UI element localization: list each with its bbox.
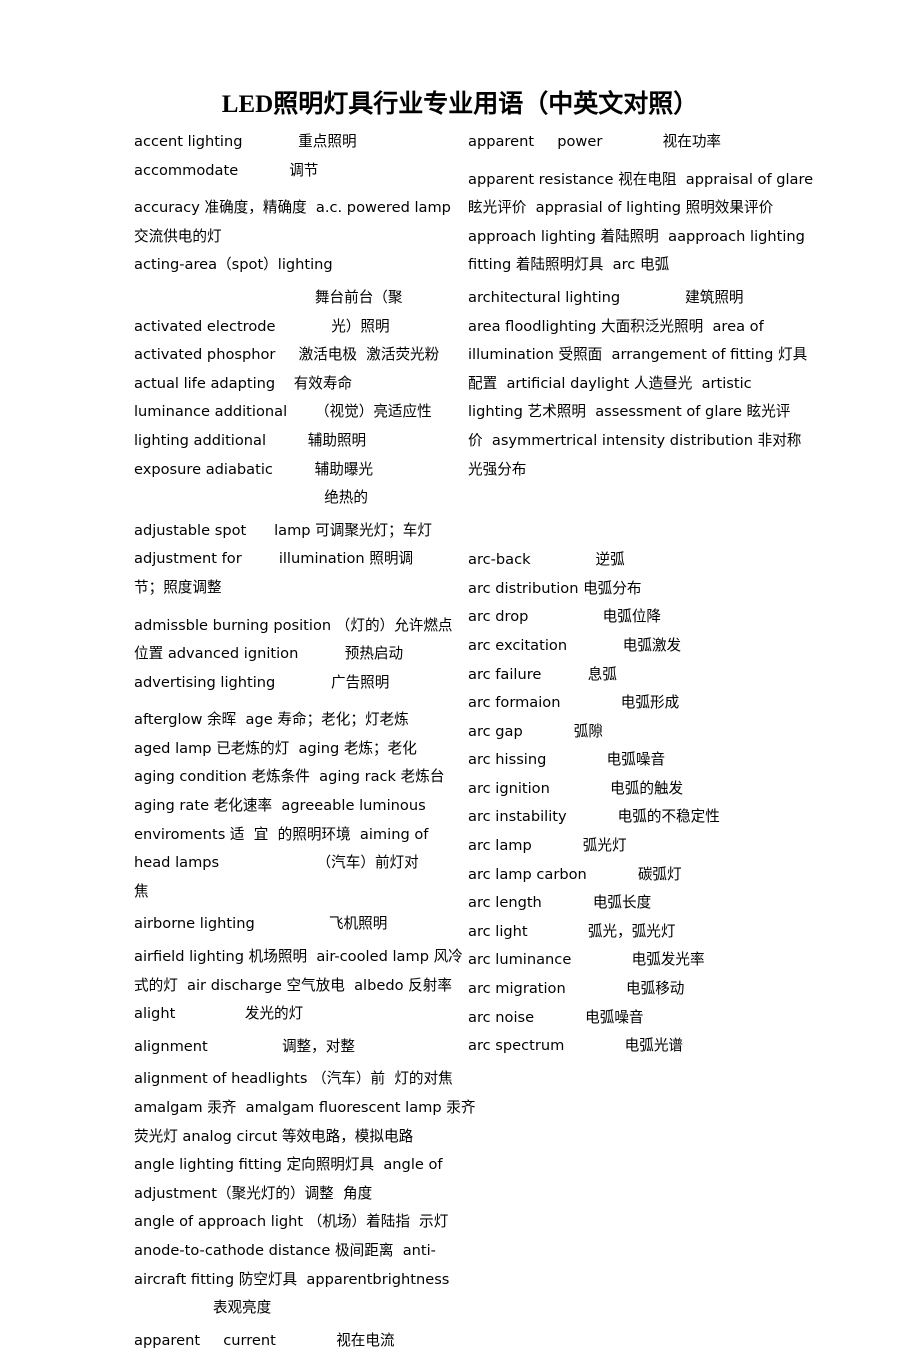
glossary-line: alignment of headlights （汽车）前 灯的对焦: [134, 1070, 453, 1088]
glossary-line: airfield lighting 机场照明 air-cooled lamp 风…: [134, 948, 463, 966]
glossary-line: acting-area（spot）lighting: [134, 256, 333, 274]
glossary-line: apparent resistance 视在电阻 appraisal of gl…: [468, 170, 814, 188]
glossary-line: afterglow 余晖 age 寿命；老化；灯老炼: [134, 711, 409, 729]
glossary-line: accommodate 调节: [134, 161, 319, 179]
glossary-line: apparent power 视在功率: [468, 133, 722, 150]
glossary-line: angle of approach light （机场）着陆指 示灯: [134, 1213, 449, 1231]
glossary-line: arc gap 弧隙: [468, 722, 603, 740]
glossary-line: area floodlighting 大面积泛光照明 area of: [468, 317, 764, 335]
glossary-line: 荧光灯 analog circut 等效电路，模拟电路: [134, 1127, 414, 1145]
glossary-line: actual life adapting 有效寿命: [134, 374, 353, 392]
glossary-line: aging rate 老化速率 agreeable luminous: [134, 797, 426, 815]
glossary-line: head lamps （汽车）前灯对: [134, 854, 419, 872]
document-page: LED照明灯具行业专业用语（中英文对照） accent lighting 重点照…: [0, 0, 920, 1349]
glossary-column-left: accent lighting 重点照明 accommodate 调节 accu…: [134, 128, 476, 1355]
glossary-column-right: apparent power 视在功率 apparent resistance …: [468, 128, 814, 1061]
glossary-line: 价 asymmertrical intensity distribution 非…: [468, 431, 802, 449]
glossary-line: illumination 受照面 arrangement of fitting …: [468, 346, 808, 364]
glossary-line: activated electrode 光）照明: [134, 317, 390, 335]
glossary-line: arc failure 息弧: [468, 665, 617, 683]
glossary-line: angle lighting fitting 定向照明灯具 angle of: [134, 1156, 443, 1174]
glossary-line: arc excitation 电弧激发: [468, 636, 682, 654]
glossary-line: 节；照度调整: [134, 578, 222, 596]
glossary-line: arc lamp carbon 碳弧灯: [468, 865, 682, 883]
glossary-line: arc migration 电弧移动: [468, 980, 685, 998]
page-title: LED照明灯具行业专业用语（中英文对照）: [221, 91, 699, 118]
glossary-line: aged lamp 已老炼的灯 aging 老炼；老化: [134, 739, 417, 757]
glossary-line: arc-back 逆弧: [468, 551, 625, 569]
glossary-line: 焦: [134, 882, 149, 900]
glossary-line: apparent current 视在电流: [134, 1331, 395, 1349]
glossary-line: 舞台前台（聚: [134, 288, 403, 306]
glossary-line: advertising lighting 广告照明: [134, 673, 390, 691]
glossary-line: adjustment（聚光灯的）调整 角度: [134, 1184, 373, 1202]
glossary-line: arc noise 电弧噪音: [468, 1008, 644, 1026]
glossary-line: activated phosphor 激活电极 激活荧光粉: [134, 346, 440, 364]
glossary-line: luminance additional （视觉）亮适应性: [134, 403, 432, 421]
glossary-line: arc spectrum 电弧光谱: [468, 1037, 684, 1055]
glossary-line: adjustment for illumination 照明调: [134, 550, 414, 568]
glossary-line: lighting 艺术照明 assessment of glare 眩光评: [468, 403, 791, 421]
glossary-line: 绝热的: [134, 489, 368, 507]
glossary-line: lighting additional 辅助照明: [134, 431, 367, 449]
glossary-line: airborne lighting 飞机照明: [134, 915, 388, 933]
glossary-line: 交流供电的灯: [134, 227, 222, 245]
glossary-line: enviroments 适 宜 的照明环境 aiming of: [134, 825, 429, 843]
glossary-line: adjustable spot lamp 可调聚光灯；车灯: [134, 521, 432, 539]
glossary-line: arc distribution 电弧分布: [468, 579, 642, 597]
glossary-line: arc luminance 电弧发光率: [468, 951, 705, 969]
glossary-line: accuracy 准确度，精确度 a.c. powered lamp: [134, 199, 451, 217]
glossary-line: 眩光评价 apprasial of lighting 照明效果评价: [468, 199, 774, 217]
glossary-line: anode-to-cathode distance 极间距离 anti-: [134, 1241, 436, 1259]
glossary-line: 表观亮度: [134, 1299, 272, 1317]
glossary-line: arc ignition 电弧的触发: [468, 779, 684, 797]
glossary-line: 光强分布: [468, 460, 527, 478]
glossary-line: 位置 advanced ignition 预热启动: [134, 645, 404, 663]
glossary-line: accent lighting 重点照明: [134, 133, 357, 150]
glossary-line: alignment 调整，对整: [134, 1037, 355, 1055]
glossary-line: 配置 artificial daylight 人造昼光 artistic: [468, 374, 752, 392]
glossary-line: admissble burning position （灯的）允许燃点: [134, 616, 453, 634]
glossary-line: arc formaion 电弧形成: [468, 694, 680, 712]
glossary-line: amalgam 汞齐 amalgam fluorescent lamp 汞齐: [134, 1099, 476, 1116]
glossary-line: aging condition 老炼条件 aging rack 老炼台: [134, 768, 445, 786]
glossary-line: arc length 电弧长度: [468, 894, 652, 912]
glossary-line: alight 发光的灯: [134, 1005, 304, 1023]
glossary-line: arc instability 电弧的不稳定性: [468, 808, 720, 826]
glossary-line: aircraft fitting 防空灯具 apparentbrightness: [134, 1270, 450, 1288]
glossary-line: architectural lighting 建筑照明: [468, 288, 744, 306]
glossary-line: fitting 着陆照明灯具 arc 电弧: [468, 256, 670, 274]
glossary-line: arc drop 电弧位降: [468, 608, 662, 626]
glossary-line: arc light 弧光，弧光灯: [468, 922, 676, 940]
glossary-line: arc hissing 电弧噪音: [468, 751, 666, 769]
glossary-line: arc lamp 弧光灯: [468, 837, 627, 855]
glossary-line: 式的灯 air discharge 空气放电 albedo 反射率: [134, 976, 452, 994]
glossary-line: exposure adiabatic 辅助曝光: [134, 460, 374, 478]
glossary-line: approach lighting 着陆照明 aapproach lightin…: [468, 227, 805, 245]
